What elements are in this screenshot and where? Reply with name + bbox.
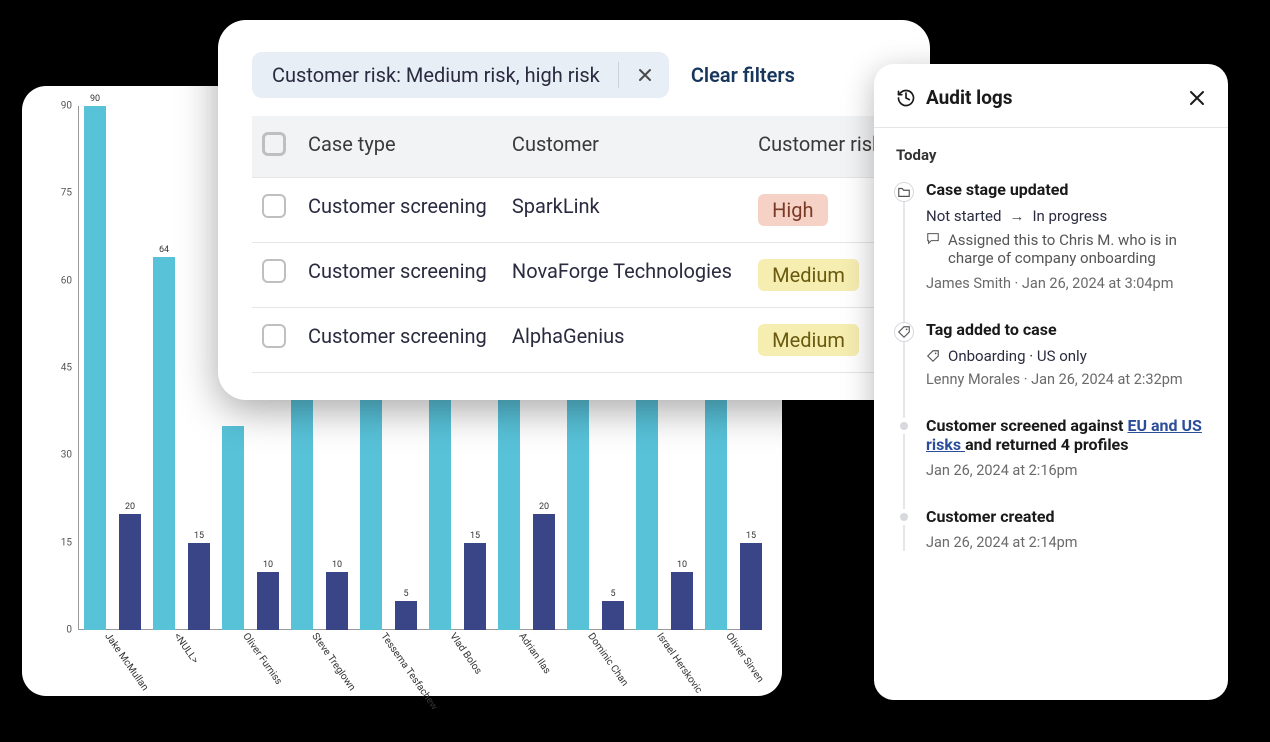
- risk-badge: High: [758, 194, 827, 226]
- row-checkbox[interactable]: [262, 259, 286, 283]
- audit-meta: Jan 26, 2024 at 2:16pm: [926, 462, 1206, 479]
- x-axis-label: Adrian Ilas: [516, 631, 552, 676]
- bar-value-label: 15: [464, 531, 486, 541]
- bar-b: [464, 543, 486, 630]
- cell-case-type: Customer screening: [298, 178, 502, 243]
- history-icon: [896, 88, 916, 108]
- audit-link[interactable]: EU and US risks: [926, 416, 1202, 454]
- audit-item-title: Customer created: [926, 507, 1206, 526]
- bar-b: [533, 514, 555, 630]
- risk-badge: Medium: [758, 324, 859, 356]
- cases-table: Case type Customer Customer risk Custome…: [252, 116, 896, 373]
- audit-meta: Jan 26, 2024 at 2:14pm: [926, 534, 1206, 551]
- timeline-dot-icon: [896, 418, 912, 434]
- bar-a: [291, 397, 313, 630]
- x-axis-label: Steve Treglown: [309, 631, 357, 693]
- bar-b: [602, 601, 624, 630]
- bar-a: [84, 106, 106, 630]
- bar-value-label: 10: [257, 560, 279, 570]
- x-axis-label: Olivier Sirven: [723, 631, 765, 685]
- x-axis-label: Vlad Bolos: [447, 631, 483, 676]
- y-tick: 0: [44, 625, 72, 636]
- bar-value-label: 20: [533, 502, 555, 512]
- bar-b: [188, 543, 210, 630]
- audit-title: Audit logs: [926, 86, 1178, 109]
- row-checkbox[interactable]: [262, 194, 286, 218]
- cell-customer: SparkLink: [502, 178, 748, 243]
- x-axis-label: Tessema Tesfachew: [378, 631, 439, 712]
- table-row[interactable]: Customer screeningAlphaGenius Medium: [252, 308, 896, 373]
- clear-filters-button[interactable]: Clear filters: [691, 63, 795, 87]
- remove-filter-icon[interactable]: [637, 67, 653, 83]
- audit-tags: Onboarding · US only: [926, 347, 1206, 365]
- bar-a: [360, 397, 382, 630]
- cell-customer: NovaForge Technologies: [502, 243, 748, 308]
- table-row[interactable]: Customer screeningSparkLink High: [252, 178, 896, 243]
- audit-item: Tag added to case Onboarding · US only Len…: [896, 320, 1206, 388]
- audit-item-title: Tag added to case: [926, 320, 1206, 339]
- bar-b: [395, 601, 417, 630]
- bar-value-label: 10: [671, 560, 693, 570]
- y-tick: 45: [44, 363, 72, 374]
- tag-icon: [894, 322, 914, 342]
- select-all-checkbox[interactable]: [262, 132, 286, 156]
- bar-value-label: 5: [602, 589, 624, 599]
- col-case-type: Case type: [298, 116, 502, 178]
- bar-b: [671, 572, 693, 630]
- audit-meta: James Smith · Jan 26, 2024 at 3:04pm: [926, 275, 1206, 292]
- folder-icon: [894, 182, 914, 202]
- audit-item: Customer created Jan 26, 2024 at 2:14pm: [896, 507, 1206, 551]
- cell-case-type: Customer screening: [298, 243, 502, 308]
- x-axis-label: Oliver Furniss: [240, 631, 284, 687]
- x-axis-label: Israel Herskovic: [654, 631, 704, 695]
- risk-badge: Medium: [758, 259, 859, 291]
- audit-item: Customer screened against EU and US risk…: [896, 416, 1206, 479]
- audit-item-title: Case stage updated: [926, 180, 1206, 199]
- filter-chip[interactable]: Customer risk: Medium risk, high risk: [252, 52, 669, 98]
- bar-b: [119, 514, 141, 630]
- audit-panel: Audit logs Today Case stage updated Not s…: [874, 64, 1228, 700]
- bar-value-label: 90: [84, 94, 106, 104]
- audit-meta: Lenny Morales · Jan 26, 2024 at 2:32pm: [926, 371, 1206, 388]
- audit-item-title: Customer screened against EU and US risk…: [926, 416, 1206, 454]
- table-header-row: Case type Customer Customer risk: [252, 116, 896, 178]
- bar-b: [740, 543, 762, 630]
- bar-value-label: 5: [395, 589, 417, 599]
- y-tick: 90: [44, 101, 72, 112]
- bar-b: [257, 572, 279, 630]
- y-tick: 15: [44, 537, 72, 548]
- x-axis-label: Jake McMullan: [102, 631, 150, 693]
- arrow-right-icon: →: [1009, 207, 1024, 225]
- row-checkbox[interactable]: [262, 324, 286, 348]
- cell-customer: AlphaGenius: [502, 308, 748, 373]
- x-axis-label: <NULL>: [171, 631, 200, 666]
- audit-today-heading: Today: [896, 146, 1206, 164]
- bar-a: [222, 426, 244, 630]
- y-tick: 75: [44, 188, 72, 199]
- y-tick: 60: [44, 275, 72, 286]
- x-axis-label: Dominic Chan: [585, 631, 630, 688]
- bar-value-label: 15: [740, 531, 762, 541]
- col-customer: Customer: [502, 116, 748, 178]
- cell-case-type: Customer screening: [298, 308, 502, 373]
- audit-item: Case stage updated Not started→In progres…: [896, 180, 1206, 292]
- bar-value-label: 64: [153, 245, 175, 255]
- filter-card: Customer risk: Medium risk, high risk Cl…: [218, 20, 930, 400]
- filter-chip-label: Customer risk: Medium risk, high risk: [272, 63, 600, 87]
- table-row[interactable]: Customer screeningNovaForge Technologies…: [252, 243, 896, 308]
- close-icon[interactable]: [1188, 89, 1206, 107]
- bar-value-label: 10: [326, 560, 348, 570]
- bar-a: [153, 257, 175, 630]
- bar-value-label: 15: [188, 531, 210, 541]
- y-tick: 30: [44, 450, 72, 461]
- bar-b: [326, 572, 348, 630]
- timeline-dot-icon: [896, 509, 912, 525]
- bar-value-label: 20: [119, 502, 141, 512]
- audit-note: Assigned this to Chris M. who is in char…: [926, 231, 1206, 267]
- stage-transition: Not started→In progress: [926, 207, 1206, 225]
